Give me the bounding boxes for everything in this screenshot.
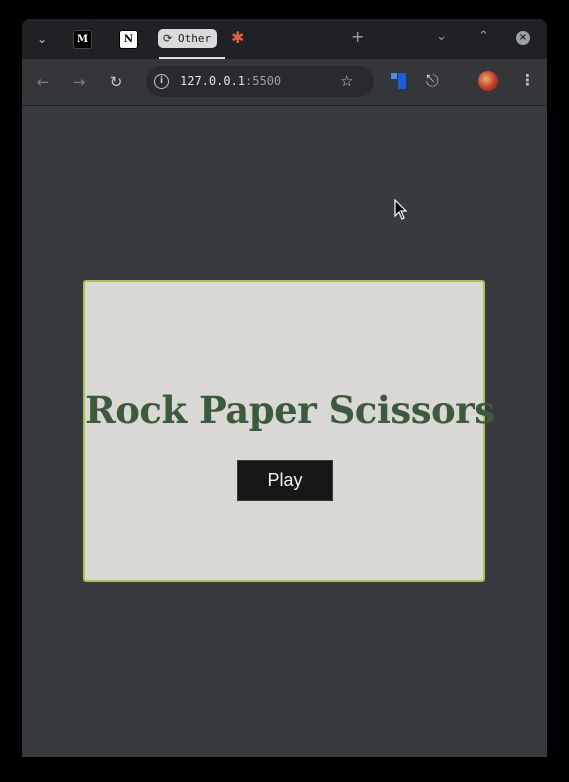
chevron-up-icon[interactable]: ⌃ — [478, 29, 489, 44]
bookmark-star-icon[interactable]: ☆ — [340, 72, 353, 90]
tab-group-icon: ⟳ — [163, 32, 173, 45]
play-button[interactable]: Play — [237, 460, 333, 501]
url-host: 127.0.0.1 — [180, 74, 246, 88]
game-card: Rock Paper Scissors Play — [83, 280, 495, 582]
extension-blue-icon[interactable] — [391, 73, 407, 89]
browser-toolbar: ← → ↻ i 127.0.0.1:5500 ☆ ⎋ ⋮ — [22, 59, 547, 106]
reload-icon[interactable]: ↻ — [106, 72, 126, 92]
tab-strip: ⌄ M N ⟳ Other ✱ + ⌄ ⌃ × — [22, 19, 547, 59]
tab-group-label: Other — [178, 32, 212, 45]
menu-kebab-icon[interactable]: ⋮ — [520, 71, 535, 89]
notion-tab-icon[interactable]: N — [119, 30, 138, 49]
profile-avatar[interactable] — [478, 71, 498, 91]
back-arrow-icon[interactable]: ← — [33, 72, 53, 92]
url-text[interactable]: 127.0.0.1:5500 — [180, 74, 281, 88]
url-port: :5500 — [245, 74, 282, 88]
tab-search-chevron-icon[interactable]: ⌄ — [32, 29, 52, 49]
forward-arrow-icon[interactable]: → — [69, 72, 89, 92]
chevron-down-icon[interactable]: ⌄ — [436, 29, 447, 44]
page-title: Rock Paper Scissors — [85, 388, 495, 432]
medium-tab-icon[interactable]: M — [73, 30, 92, 49]
browser-window: ⌄ M N ⟳ Other ✱ + ⌄ ⌃ × ← → ↻ i 127.0.0.… — [22, 19, 547, 757]
close-window-icon[interactable]: × — [516, 31, 530, 45]
tab-group-other[interactable]: ⟳ Other — [158, 29, 218, 48]
mouse-cursor-icon — [394, 199, 408, 220]
site-info-icon[interactable]: i — [154, 74, 169, 89]
asterisk-tab-icon[interactable]: ✱ — [231, 28, 244, 47]
address-bar[interactable]: i 127.0.0.1:5500 ☆ — [146, 66, 374, 97]
page-viewport: Rock Paper Scissors Play — [22, 106, 547, 757]
extensions-puzzle-icon[interactable]: ⎋ — [426, 71, 439, 91]
new-tab-plus-icon[interactable]: + — [351, 27, 364, 46]
